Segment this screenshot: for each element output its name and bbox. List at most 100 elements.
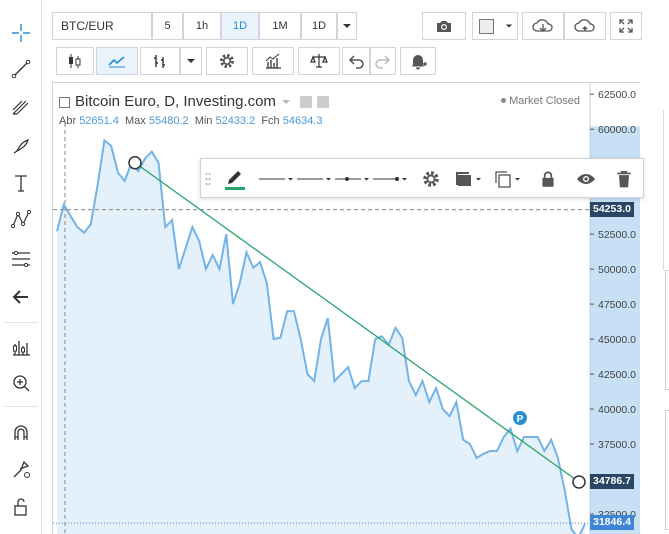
lock-drawing-button[interactable] [535,164,561,194]
undo-button[interactable] [342,47,370,75]
price-tick-label: 42500.0 [598,369,636,381]
high-label: Max [125,115,146,127]
cloud-download-icon [532,19,553,32]
eye-icon [577,174,595,184]
back-arrow-icon[interactable] [5,282,37,312]
event-badge-label: P [517,414,524,425]
interval-button-active[interactable]: 1D [221,12,259,40]
collapse-legend-icon[interactable] [59,97,70,108]
trendline-icon[interactable] [5,54,37,84]
price-chart[interactable]: 62500.0 60000.0 52500.0 50000.0 47500.0 45000… [53,83,640,534]
chart-style-dropdown[interactable] [180,47,202,75]
scales-icon [310,54,328,68]
fullscreen-button[interactable] [610,12,642,40]
high-value: 55480.2 [148,115,189,127]
text-icon[interactable] [5,168,37,198]
price-tick-label: 52500.0 [598,229,636,241]
color-square-icon [479,18,494,34]
drawing-settings-button[interactable] [417,164,445,194]
undo-icon [348,55,364,69]
chevron-down-icon[interactable] [281,98,291,106]
interval-dropdown-button[interactable] [337,12,357,40]
alert-button[interactable] [400,47,436,75]
price-tick-label: 50000.0 [598,264,636,276]
cloud-upload-icon [574,19,595,32]
interval-button[interactable]: 1D [301,12,337,40]
symbol-search-input[interactable]: BTC/EUR [52,12,152,40]
settings-button[interactable] [206,47,248,75]
indicators-icon [265,53,281,69]
zoom-icon[interactable] [5,368,37,398]
magnet-icon[interactable] [5,418,37,448]
fill-icon [456,172,481,186]
chevron-down-icon [505,24,513,28]
camera-icon [437,21,451,32]
candles-style-button[interactable] [56,47,94,75]
market-status: Market Closed [501,95,580,107]
crosshair-price-label: 54253.0 [590,201,634,217]
close-label: Fch [261,115,280,127]
visibility-button[interactable] [571,164,601,194]
clone-dropdown[interactable] [491,164,525,194]
compare-button[interactable] [298,47,340,75]
load-layout-button[interactable] [522,12,564,40]
interval-button[interactable]: 5 [152,12,183,40]
price-tick-label: 40000.0 [598,404,636,416]
price-tick-label: 60000.0 [598,124,636,136]
background-color-button[interactable] [472,12,518,40]
unlock-icon[interactable] [5,492,37,522]
line-style-icon [259,178,293,181]
trendline-handle-start [128,156,142,170]
pitchfork-icon[interactable] [5,92,37,122]
line-end-dropdown[interactable] [333,164,371,194]
redo-icon [375,55,391,69]
screenshot-button[interactable] [422,12,466,40]
delete-drawing-button[interactable] [611,164,637,194]
line-width-dropdown[interactable] [295,164,333,194]
line-arrow-icon [373,177,407,181]
legend-settings-icon[interactable] [316,95,329,108]
fib-icon[interactable] [5,244,37,274]
chevron-down-icon [343,24,351,28]
line-color-button[interactable] [219,164,251,194]
line-arrow-dropdown[interactable] [371,164,409,194]
measure-icon[interactable] [5,332,37,362]
pattern-icon[interactable] [5,204,37,234]
indicators-button[interactable] [252,47,294,75]
pencil-icon [225,171,245,190]
chart-pane[interactable]: 62500.0 60000.0 52500.0 50000.0 47500.0 45000… [52,82,640,534]
crosshair-icon[interactable] [5,18,37,48]
interval-button[interactable]: 1h [183,12,221,40]
bars-style-button[interactable] [140,47,180,75]
line-style-button[interactable] [96,47,138,75]
trendline-handle-end [572,475,586,489]
gear-icon [423,171,439,187]
lock-drawings-icon[interactable] [5,454,37,484]
save-layout-button[interactable] [564,12,606,40]
drawing-properties-toolbar [200,158,644,198]
last-price-label: 31846.4 [590,515,634,531]
fill-dropdown[interactable] [451,164,487,194]
close-value: 54634.3 [282,115,323,127]
price-tick-label: 37500.0 [598,439,636,451]
chart-legend: Bitcoin Euro, D, Investing.com Abr 52651… [59,93,329,127]
line-width-icon [297,178,331,181]
legend-title: Bitcoin Euro, D, Investing.com [75,93,276,110]
price-tick-label: 45000.0 [598,334,636,346]
line-style-dropdown[interactable] [257,164,295,194]
candles-icon [69,54,81,68]
bars-icon [154,55,165,68]
chevron-down-icon [187,59,195,63]
line-chart-icon [108,56,125,68]
line-end-icon [335,177,369,181]
gear-icon [220,54,234,68]
status-dot-icon [501,98,507,103]
drag-handle[interactable] [203,164,213,194]
redo-button[interactable] [370,47,396,75]
trendline-price-label: 34786.7 [590,474,634,489]
right-panel-strip [654,0,669,534]
brush-icon[interactable] [5,132,37,162]
interval-button[interactable]: 1M [259,12,301,40]
open-label: Abr [59,115,77,127]
legend-hide-icon[interactable] [299,95,312,108]
